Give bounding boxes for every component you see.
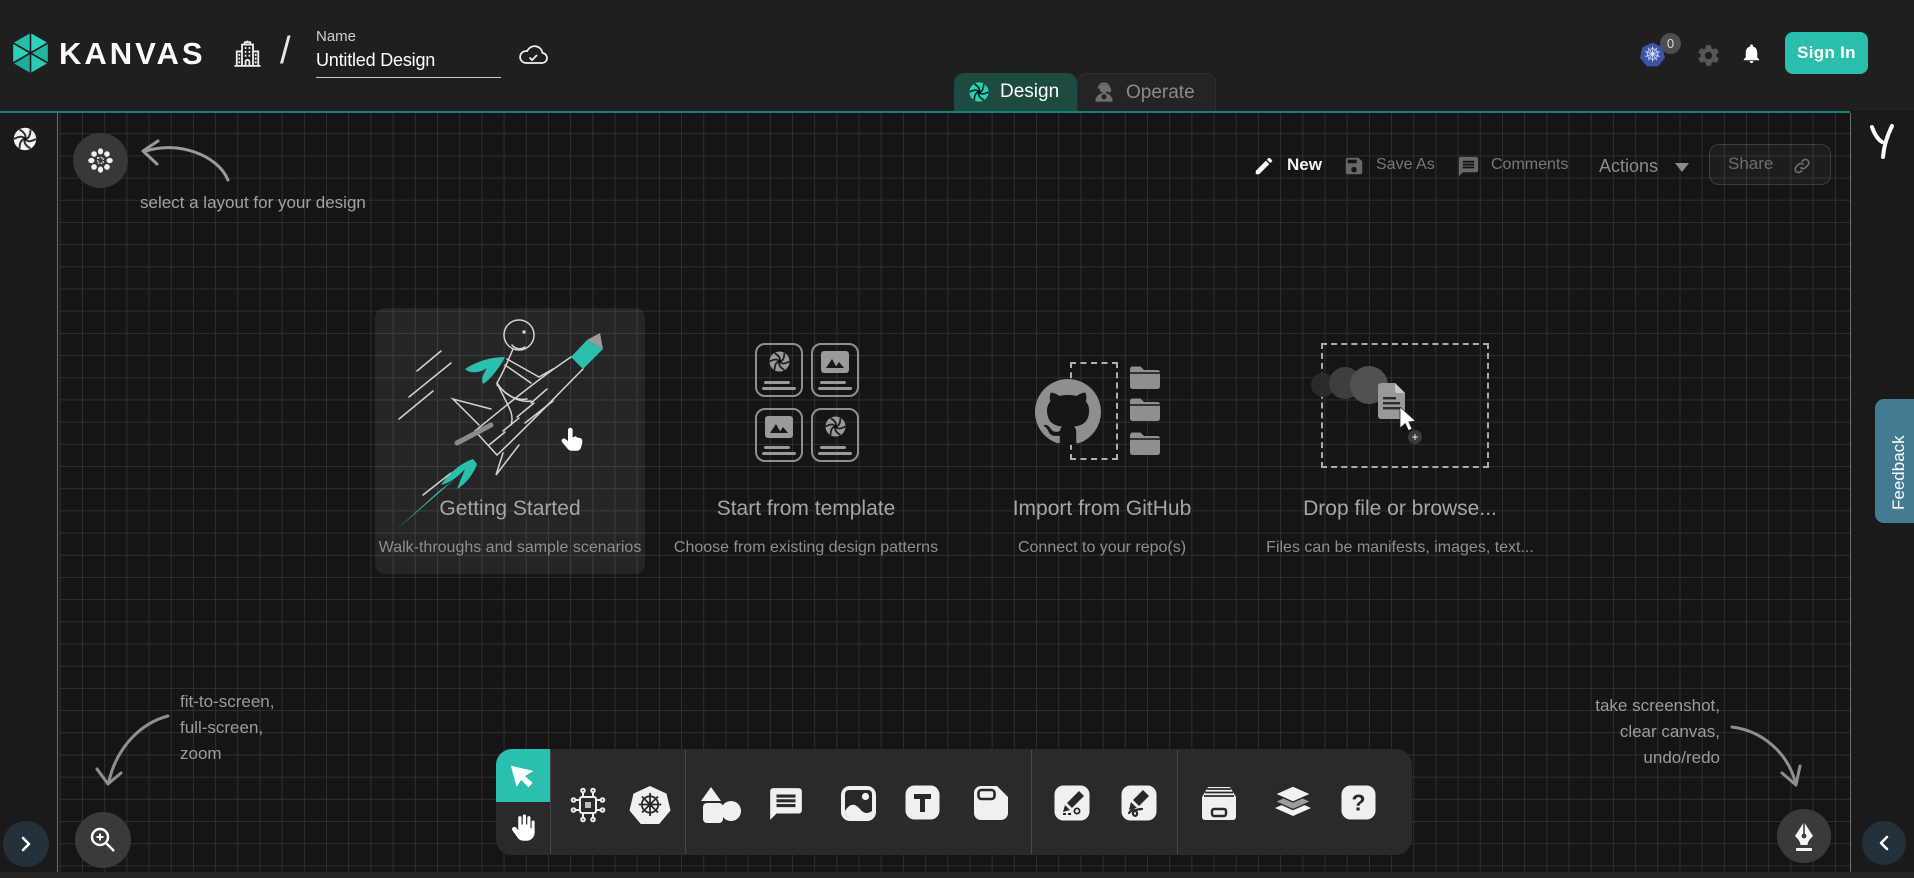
svg-text:?: ? bbox=[1351, 790, 1365, 816]
